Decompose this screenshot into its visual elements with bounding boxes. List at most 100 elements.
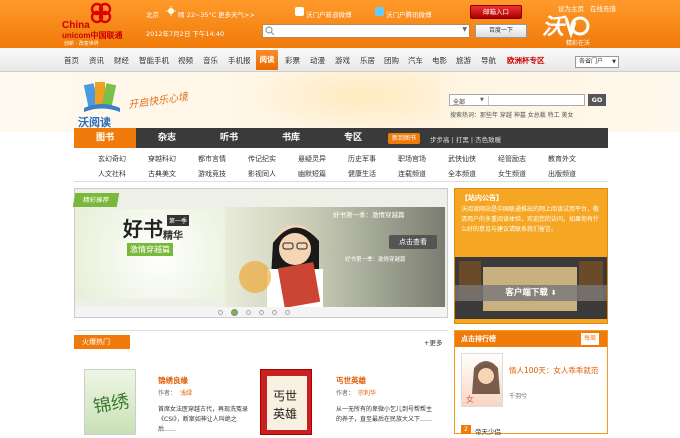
book-author-1[interactable]: 浅绿 xyxy=(180,388,192,397)
nav-item-music[interactable]: 音乐 xyxy=(203,55,218,66)
svg-text:英雄: 英雄 xyxy=(273,406,297,421)
subcat-humanities[interactable]: 人文社科 xyxy=(98,169,126,179)
nav-item-news[interactable]: 资讯 xyxy=(89,55,104,66)
svg-text:锦绣: 锦绣 xyxy=(92,391,131,418)
rank-top-title[interactable]: 情人100天：女人乖乖就范 xyxy=(509,365,603,376)
nav-item-reading[interactable]: 阅读 xyxy=(256,50,278,70)
tab-audiobooks[interactable]: 听书 xyxy=(198,128,260,148)
subcat-history[interactable]: 历史军事 xyxy=(348,154,376,164)
hot-more-link[interactable]: +更多 xyxy=(424,337,442,347)
subcategory-grid: 玄幻奇幻 穿越科幻 都市言情 传记纪实 悬疑灵异 历史军事 职场官场 武侠仙侠 … xyxy=(74,148,608,182)
book-title-1[interactable]: 锦绣良缘 xyxy=(158,375,188,386)
chevron-down-icon[interactable]: ▼ xyxy=(462,26,467,33)
nav-item-games[interactable]: 游戏 xyxy=(335,55,350,66)
rank-period-tab[interactable]: 每周 xyxy=(581,333,600,345)
sina-weibo-link[interactable]: 沃门户新浪微博 xyxy=(306,9,352,19)
book-cover-2[interactable]: 丐世 英雄 xyxy=(260,369,312,435)
nav-item-navigation[interactable]: 导航 xyxy=(481,55,496,66)
nav-item-video[interactable]: 视频 xyxy=(178,55,193,66)
tencent-weibo-icon xyxy=(375,7,384,16)
rank-number-2: 2 xyxy=(461,425,471,434)
slider-caption: 好书第一季：激情穿越篇 xyxy=(333,211,405,219)
nav-item-anime[interactable]: 动漫 xyxy=(310,55,325,66)
search-icon xyxy=(265,26,275,36)
reading-search-button[interactable]: GO xyxy=(588,94,606,106)
mail-login-button[interactable]: 邮箱入口 xyxy=(470,5,522,19)
svg-text:女: 女 xyxy=(466,394,474,404)
rank-second-title[interactable]: 帝天少侣 xyxy=(475,426,501,436)
tab-zones[interactable]: 专区 xyxy=(322,128,384,148)
subcat-education[interactable]: 教育外文 xyxy=(548,154,576,164)
slider-dot-3[interactable] xyxy=(246,310,251,315)
book-title-2[interactable]: 丐世英雄 xyxy=(336,375,366,386)
subcat-humor[interactable]: 幽默短篇 xyxy=(298,169,326,179)
nav-item-smartphone[interactable]: 智能手机 xyxy=(139,55,169,66)
client-download-button[interactable]: 客户端下载 ⬇ xyxy=(455,285,607,301)
tab-library[interactable]: 书库 xyxy=(260,128,322,148)
hot-search-terms[interactable]: 搜索热词：那些年 穿越 神墓 女总裁 特工 美女 xyxy=(450,110,574,119)
nav-item-movies[interactable]: 电影 xyxy=(432,55,447,66)
unicom-logo[interactable]: China unicom中国联通 创新 · 改变世界 xyxy=(60,2,140,47)
nav-item-auto[interactable]: 汽车 xyxy=(408,55,423,66)
client-preview[interactable]: 客户端下载 ⬇ xyxy=(455,257,607,319)
subcat-scifi[interactable]: 穿越科幻 xyxy=(148,154,176,164)
subcat-complete[interactable]: 全本频道 xyxy=(448,169,476,179)
subcat-female[interactable]: 女生频道 xyxy=(498,169,526,179)
nav-item-living[interactable]: 乐居 xyxy=(360,55,375,66)
new-books-links[interactable]: 步步高 | 打黑 | 杰色致暖 xyxy=(430,134,501,144)
book-cover-1[interactable]: 锦绣 xyxy=(84,369,136,435)
slider-dot-2[interactable] xyxy=(231,309,238,316)
wo-logo[interactable]: 沃 精彩在沃 xyxy=(540,4,620,47)
city-label[interactable]: 北京 xyxy=(146,9,159,19)
subcat-business[interactable]: 经管励志 xyxy=(498,154,526,164)
view-details-button[interactable]: 点击查看 xyxy=(389,235,437,249)
nav-item-lottery[interactable]: 彩票 xyxy=(285,55,300,66)
subcat-wuxia[interactable]: 武侠仙侠 xyxy=(448,154,476,164)
slider-dot-4[interactable] xyxy=(259,310,264,315)
subcat-romance[interactable]: 都市言情 xyxy=(198,154,226,164)
slider-dot-1[interactable] xyxy=(218,310,223,315)
reading-search-input[interactable]: 全部 ▼ xyxy=(449,94,585,106)
tencent-weibo-link[interactable]: 沃门户腾讯微博 xyxy=(386,9,432,19)
slider-title-theme: 激情穿越篇 xyxy=(127,243,173,256)
nav-item-home[interactable]: 首页 xyxy=(64,55,79,66)
slider-dot-6[interactable] xyxy=(285,310,290,315)
slider-photo xyxy=(225,207,445,311)
tab-magazines[interactable]: 杂志 xyxy=(136,128,198,148)
hot-section-title: 火爆热门 xyxy=(74,335,130,349)
subcat-fanfic[interactable]: 影视同人 xyxy=(248,169,276,179)
province-portal-select[interactable]: 各省门户 ▼ xyxy=(575,56,619,68)
subcat-publishing[interactable]: 出版频道 xyxy=(548,169,576,179)
nav-item-euro-cup[interactable]: 欧洲杯专区 xyxy=(507,55,545,66)
nav-item-mobile-news[interactable]: 手机报 xyxy=(228,55,251,66)
svg-text:沃: 沃 xyxy=(542,14,567,39)
notice-title: 【站内公告】 xyxy=(461,194,503,202)
subcat-health[interactable]: 健康生活 xyxy=(348,169,376,179)
tab-books[interactable]: 图书 xyxy=(74,128,136,148)
nav-item-group-buy[interactable]: 团购 xyxy=(384,55,399,66)
slider-dot-5[interactable] xyxy=(272,310,277,315)
baidu-search-button[interactable]: 百度一下 xyxy=(475,24,527,38)
subcat-fantasy[interactable]: 玄幻奇幻 xyxy=(98,154,126,164)
rank-top-author[interactable]: 千羽兮 xyxy=(509,391,527,400)
nav-item-finance[interactable]: 财经 xyxy=(114,55,129,66)
chevron-down-icon[interactable]: ▼ xyxy=(480,97,484,103)
search-divider xyxy=(488,96,489,105)
rank-top-cover-art: 女 xyxy=(466,361,500,404)
featured-slider[interactable]: 精彩推荐 好书 第一季 精华 激情穿越篇 好书第一季：激情穿越篇 点击查看 好书… xyxy=(72,188,448,318)
subcat-biography[interactable]: 传记纪实 xyxy=(248,154,276,164)
rank-top-cover[interactable]: 女 xyxy=(461,353,503,407)
search-category[interactable]: 全部 xyxy=(453,97,465,106)
subcat-gaming[interactable]: 游戏竞技 xyxy=(198,169,226,179)
nav-item-travel[interactable]: 旅游 xyxy=(456,55,471,66)
subcat-classics[interactable]: 古典美文 xyxy=(148,169,176,179)
subcat-serial[interactable]: 连载频道 xyxy=(398,169,426,179)
wo-reading-logo-icon[interactable] xyxy=(80,80,124,114)
book-author-label-1: 作者： xyxy=(158,390,177,397)
book-cover-art-2: 丐世英雄 xyxy=(267,376,307,430)
forecast-link[interactable]: 更多天气>> xyxy=(218,9,255,19)
subcat-workplace[interactable]: 职场官场 xyxy=(398,154,426,164)
header-search-input[interactable]: ▼ xyxy=(262,24,470,38)
book-author-2[interactable]: 宗利华 xyxy=(358,388,376,397)
subcat-mystery[interactable]: 悬疑灵异 xyxy=(298,154,326,164)
